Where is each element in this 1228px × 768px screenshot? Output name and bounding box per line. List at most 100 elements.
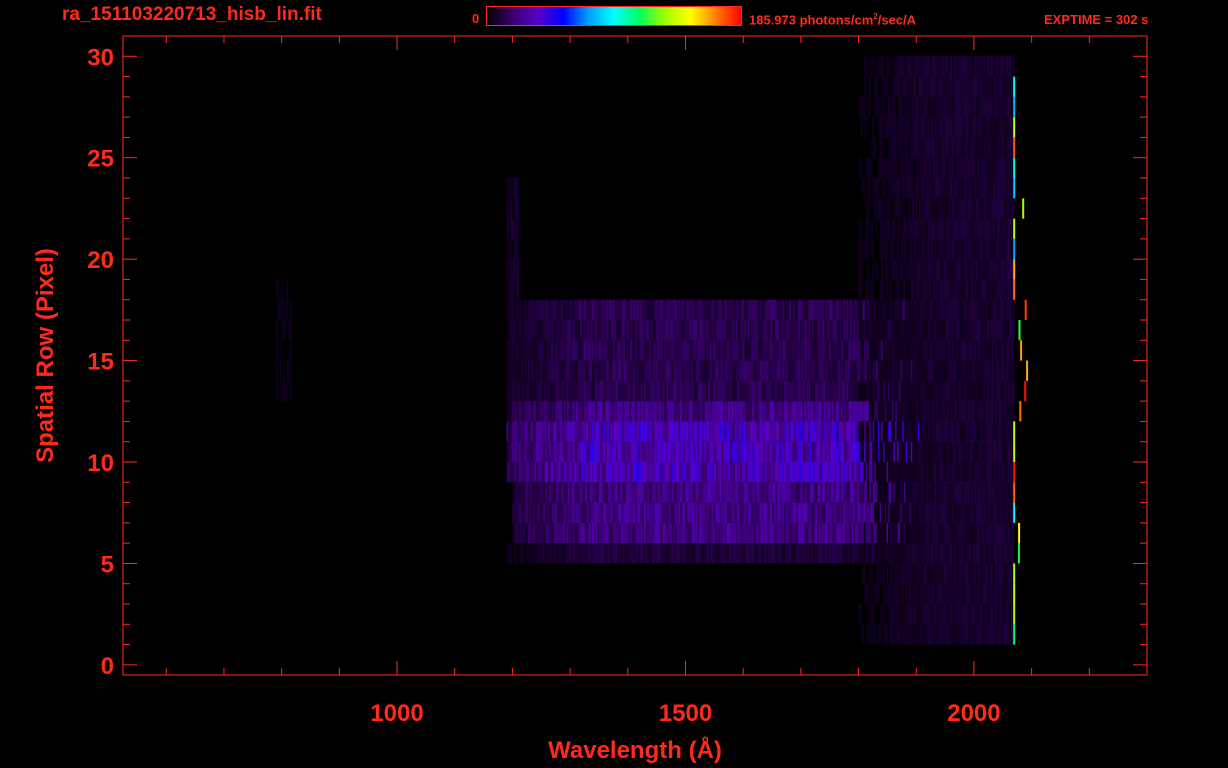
heatmap-cell (664, 401, 667, 422)
heatmap-cell (579, 543, 582, 564)
heatmap-cell (733, 380, 736, 402)
heatmap-cell (731, 462, 734, 483)
heatmap-cell (958, 563, 961, 584)
heatmap-cell (851, 320, 854, 341)
heatmap-cell (870, 482, 873, 503)
heatmap-cell (596, 441, 599, 462)
heatmap-cell (834, 482, 837, 503)
heatmap-cell (699, 340, 702, 361)
heatmap-cell (773, 340, 776, 361)
heatmap-cell (971, 380, 974, 402)
heatmap-cell (931, 543, 934, 564)
heatmap-cell (776, 421, 779, 442)
heatmap-cell (913, 624, 916, 645)
heatmap-cell (948, 502, 951, 523)
heatmap-cell (948, 441, 951, 462)
heatmap-cell (728, 380, 731, 402)
heatmap-cell (581, 502, 584, 523)
heatmap-cell (1009, 441, 1012, 462)
heatmap-cell (539, 401, 542, 422)
heatmap-cell (936, 583, 939, 604)
heatmap-cell (953, 604, 956, 625)
heatmap-cell (846, 522, 849, 544)
heatmap-cell (903, 299, 906, 320)
heatmap-cell (881, 380, 884, 402)
heatmap-cell (891, 482, 894, 503)
heatmap-cell (903, 340, 906, 361)
heatmap-cell (896, 380, 899, 402)
heatmap-cell (908, 604, 911, 625)
heatmap-cell (823, 360, 826, 381)
heatmap-cell (908, 380, 911, 402)
heatmap-cell (981, 462, 984, 483)
heatmap-cell (649, 522, 652, 544)
heatmap-cell (948, 604, 951, 625)
heatmap-cell (833, 441, 836, 462)
heatmap-cell (936, 441, 939, 462)
heatmap-cell (683, 340, 686, 361)
heatmap-cell (626, 320, 629, 341)
heatmap-cell (654, 502, 657, 523)
heatmap-cell (553, 320, 556, 341)
heatmap-cell (631, 320, 634, 341)
heatmap-cell (846, 320, 849, 341)
heatmap-cell (661, 299, 664, 320)
heatmap-cell (613, 401, 616, 422)
heatmap-cell (688, 502, 691, 523)
heatmap-cell (834, 360, 837, 381)
heatmap-cell (964, 624, 967, 645)
heatmap-cell (559, 502, 562, 523)
heatmap-cell (953, 502, 956, 523)
heatmap-cell (908, 462, 911, 483)
heatmap-cell (908, 360, 911, 381)
heatmap-cell (901, 482, 904, 503)
heatmap-cell (1009, 380, 1012, 402)
heatmap-cell (986, 583, 989, 604)
heatmap-cell (541, 320, 544, 341)
heatmap-cell (591, 401, 594, 422)
heatmap-cell (766, 299, 769, 320)
heatmap-cell (976, 421, 979, 442)
heatmap-cell (823, 380, 826, 402)
heatmap-cell (643, 340, 646, 361)
heatmap-cell (998, 522, 1001, 544)
heatmap-cell (1009, 522, 1012, 544)
heatmap-cell (867, 583, 870, 604)
heatmap-cell (986, 441, 989, 462)
heatmap-cell (739, 360, 742, 381)
heatmap-cell (919, 462, 922, 483)
heatmap-cell (821, 441, 824, 462)
heatmap-cell (941, 624, 944, 645)
heatmap-cell (631, 299, 634, 320)
heatmap-cell (547, 502, 550, 523)
heatmap-cell (568, 441, 571, 462)
heatmap-cell (903, 462, 906, 483)
heatmap-cell (536, 340, 539, 361)
heatmap-cell (714, 401, 717, 422)
heatmap-cell (579, 441, 582, 462)
heatmap-cell (748, 401, 751, 422)
heatmap-cell (636, 441, 639, 462)
heatmap-cell (576, 522, 579, 544)
heatmap-cell (669, 421, 672, 442)
heatmap-cell (993, 522, 996, 544)
heatmap-cell (511, 401, 514, 422)
heatmap-cell (896, 563, 899, 584)
heatmap-cell (591, 421, 594, 442)
heatmap-cell (666, 340, 669, 361)
heatmap-cell (666, 482, 669, 503)
heatmap-cell (619, 401, 622, 422)
heatmap-cell (799, 421, 802, 442)
heatmap-cell (919, 522, 922, 544)
heatmap-cell (806, 340, 809, 361)
heatmap-cell (694, 482, 697, 503)
heatmap-cell (743, 543, 746, 564)
heatmap-cell (592, 340, 595, 361)
heatmap-cell (886, 482, 889, 503)
heatmap-cell (1003, 563, 1006, 584)
heatmap-cell (756, 502, 759, 523)
heatmap-cell (784, 522, 787, 544)
heatmap-cell (773, 360, 776, 381)
heatmap-cell (796, 360, 799, 381)
heatmap-cell (789, 320, 792, 341)
